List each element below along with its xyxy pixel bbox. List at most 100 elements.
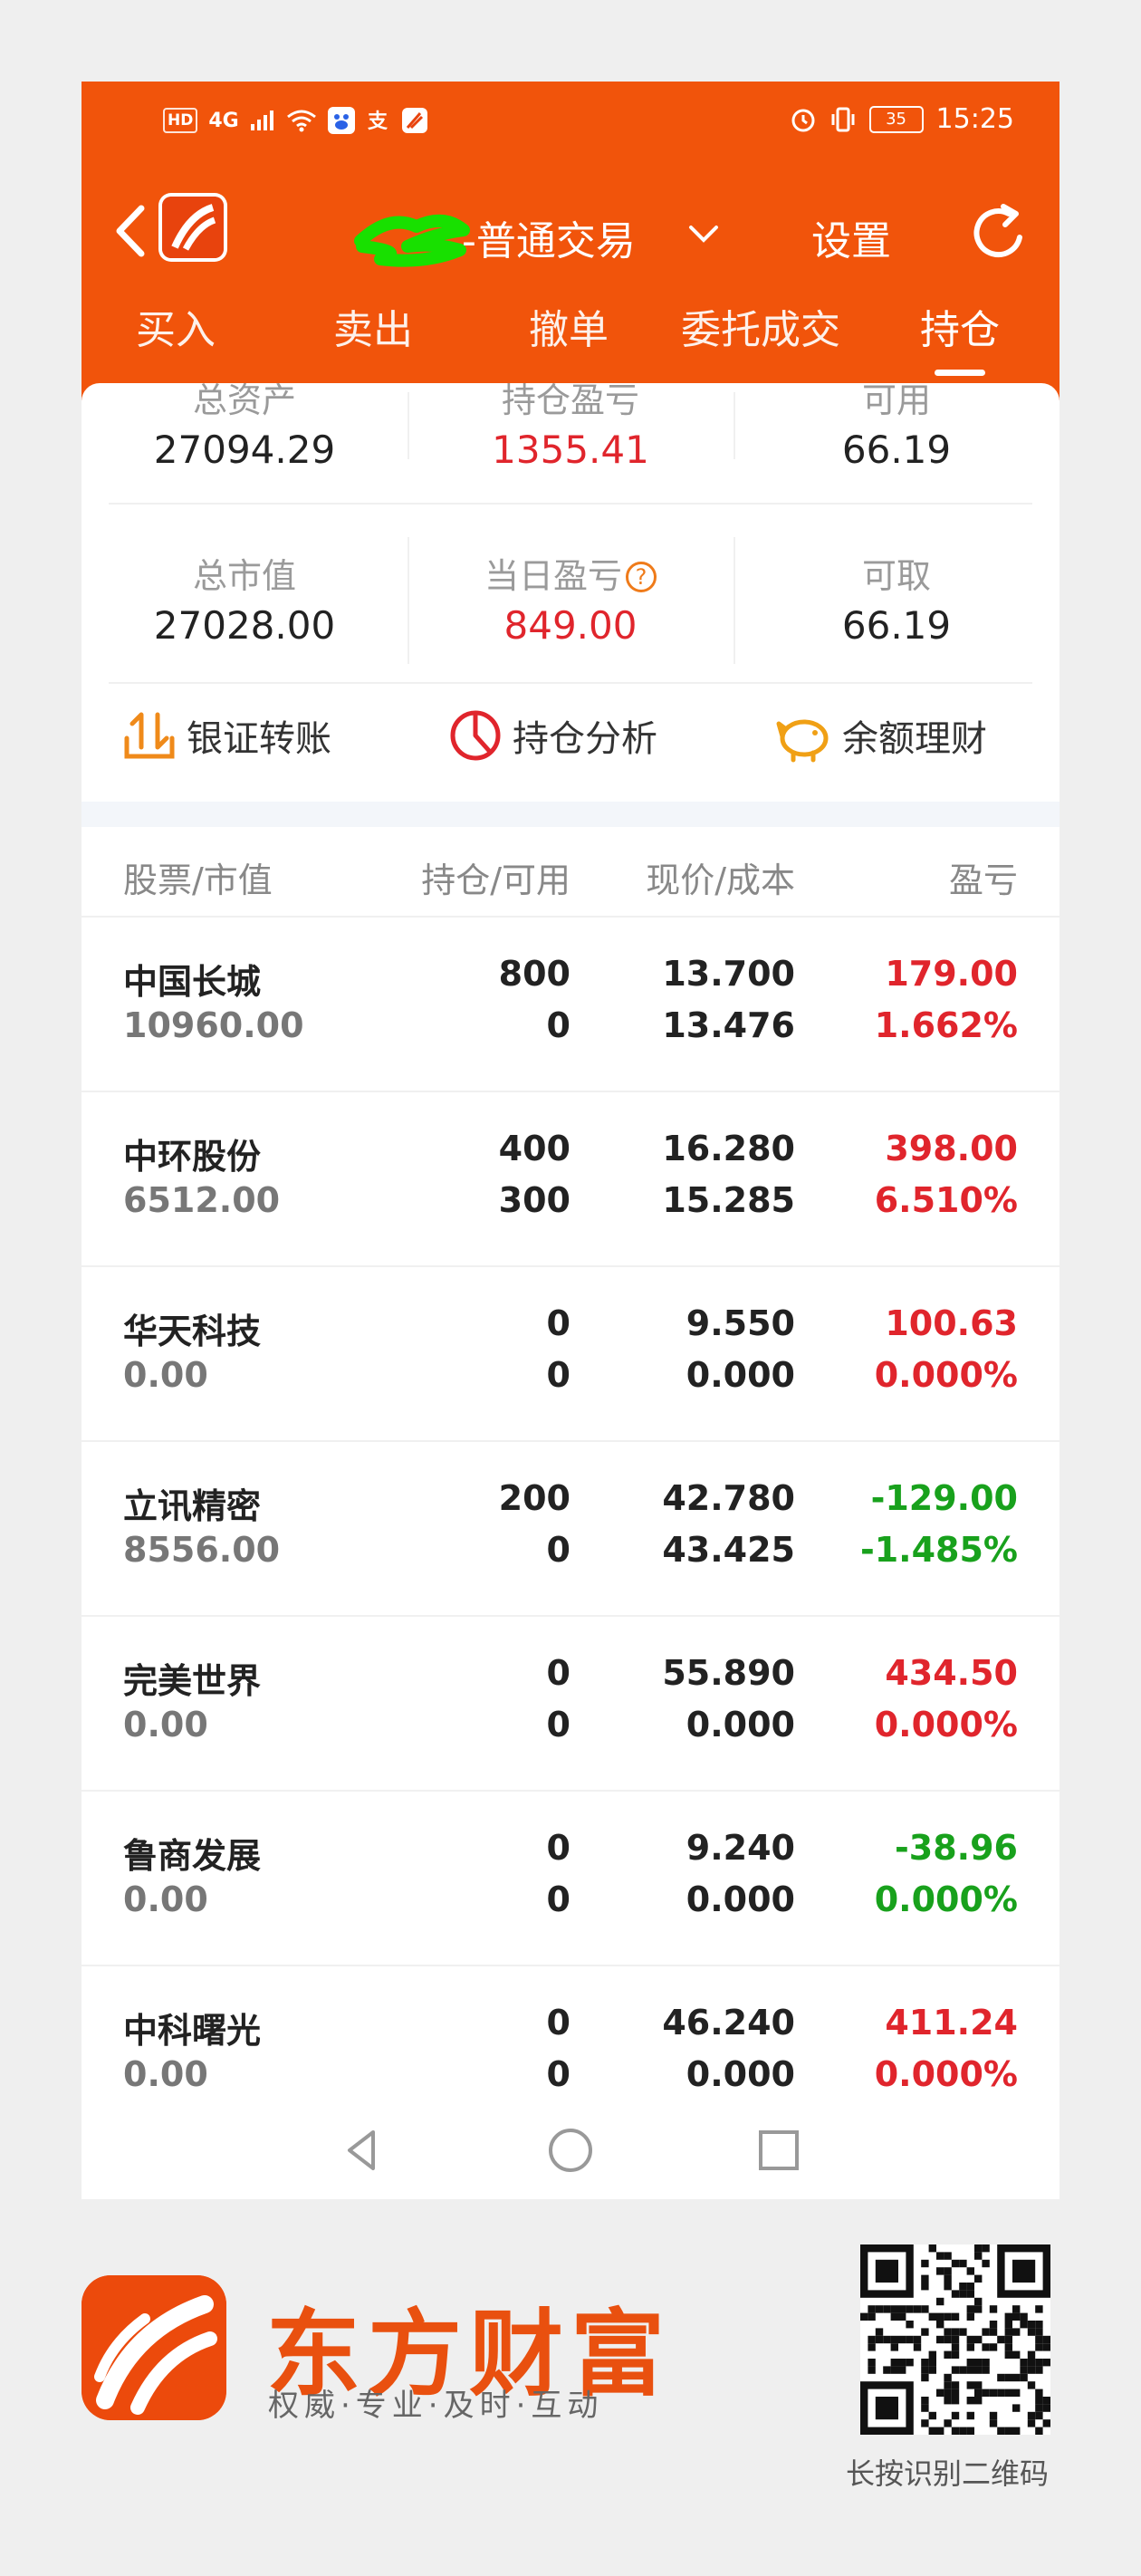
market-value: 0.00 bbox=[123, 1879, 208, 1919]
chevron-down-icon[interactable] bbox=[688, 223, 719, 245]
current-price: 9.240 bbox=[686, 1828, 795, 1868]
table-row[interactable]: 华天科技 0.00 0 0 9.550 0.000 100.63 0.000% bbox=[82, 1267, 1060, 1442]
profit-loss: 179.00 bbox=[885, 954, 1018, 994]
current-price: 55.890 bbox=[662, 1653, 795, 1693]
alarm-icon bbox=[791, 109, 815, 131]
tab-positions[interactable]: 持仓 bbox=[920, 297, 1000, 355]
col-holding-header[interactable]: 持仓/可用 bbox=[421, 852, 570, 902]
daily-pl-label: 当日盈亏 bbox=[484, 556, 622, 596]
brand-slogan: 权威·专业·及时·互动 bbox=[268, 2388, 604, 2424]
refresh-icon[interactable] bbox=[967, 201, 1031, 264]
current-price: 46.240 bbox=[662, 2003, 795, 2043]
settings-button[interactable]: 设置 bbox=[811, 208, 891, 266]
table-row[interactable]: 鲁商发展 0.00 0 0 9.240 0.000 -38.96 0.000% bbox=[82, 1792, 1060, 1966]
nav-back-icon[interactable] bbox=[337, 2125, 388, 2176]
table-row[interactable]: 中国长城 10960.00 800 0 13.700 13.476 179.00 1.662% bbox=[82, 918, 1060, 1092]
wealth-button[interactable]: 余额理财 bbox=[773, 707, 987, 764]
tab-orders[interactable]: 委托成交 bbox=[681, 297, 840, 355]
current-price: 42.780 bbox=[662, 1478, 795, 1518]
nav-title[interactable]: -普通交易 bbox=[462, 208, 636, 266]
profit-loss: -129.00 bbox=[870, 1478, 1018, 1518]
qr-caption: 长按识别二维码 bbox=[846, 2456, 1050, 2491]
market-value: 0.00 bbox=[123, 1355, 208, 1395]
wifi-icon bbox=[286, 110, 316, 132]
table-row[interactable]: 完美世界 0.00 0 0 55.890 0.000 434.50 0.000% bbox=[82, 1617, 1060, 1792]
tab-buy[interactable]: 买入 bbox=[136, 297, 216, 355]
available-qty: 0 bbox=[546, 1879, 570, 1919]
holding-qty: 0 bbox=[546, 1828, 570, 1868]
profit-loss: -38.96 bbox=[895, 1828, 1018, 1868]
withdrawable-label: 可取 bbox=[861, 556, 931, 596]
app-logo-icon bbox=[162, 197, 224, 258]
pie-chart-icon bbox=[450, 710, 501, 761]
app-notification-icon bbox=[401, 108, 427, 133]
status-icons-right: 35 15:25 bbox=[790, 103, 1014, 135]
withdrawable: 可取 66.19 bbox=[734, 548, 1060, 648]
profit-loss-pct: 0.000% bbox=[874, 1879, 1018, 1919]
divider bbox=[734, 537, 735, 664]
trade-tabs: 买入 卖出 撤单 委托成交 持仓 bbox=[82, 297, 1060, 370]
current-price: 9.550 bbox=[686, 1303, 795, 1343]
daily-pl: 当日盈亏? 849.00 bbox=[408, 548, 734, 648]
transfer-label: 银证转账 bbox=[187, 718, 331, 760]
market-value: 6512.00 bbox=[123, 1180, 281, 1220]
piggy-bank-icon bbox=[776, 719, 829, 763]
col-price-header[interactable]: 现价/成本 bbox=[646, 852, 795, 902]
stock-name: 中环股份 bbox=[123, 1137, 262, 1177]
available-label: 可用 bbox=[861, 383, 931, 420]
cost-price: 43.425 bbox=[662, 1530, 795, 1570]
signal-icon bbox=[250, 111, 273, 130]
alipay-icon: 支 bbox=[368, 111, 388, 133]
quick-actions: 银证转账 持仓分析 余额理财 bbox=[82, 707, 1060, 798]
profit-loss-pct: 6.510% bbox=[874, 1180, 1018, 1220]
cost-price: 0.000 bbox=[686, 1355, 795, 1395]
withdrawable-value: 66.19 bbox=[841, 603, 952, 648]
battery-indicator: 35 bbox=[868, 105, 924, 133]
table-row[interactable]: 立讯精密 8556.00 200 0 42.780 43.425 -129.00 -1.485… bbox=[82, 1442, 1060, 1617]
total-assets-value: 27094.29 bbox=[153, 428, 336, 472]
brand-footer: 东方财富 权威·专业·及时·互动 长按识别二维码 bbox=[0, 2199, 1141, 2576]
cost-price: 0.000 bbox=[686, 1879, 795, 1919]
available-value: 66.19 bbox=[841, 428, 952, 472]
system-nav-bar bbox=[82, 2100, 1060, 2199]
holding-qty: 0 bbox=[546, 1653, 570, 1693]
stock-name: 中科曙光 bbox=[123, 2011, 262, 2051]
status-icons-left: HD 4G 支 bbox=[163, 107, 427, 134]
redaction-scribble bbox=[354, 215, 470, 267]
baidu-icon bbox=[327, 107, 355, 134]
holding-qty: 800 bbox=[498, 954, 570, 994]
holding-qty: 400 bbox=[498, 1129, 570, 1168]
daily-pl-value: 849.00 bbox=[503, 603, 638, 648]
svg-text:支: 支 bbox=[368, 111, 388, 133]
holding-qty: 0 bbox=[546, 1303, 570, 1343]
profit-loss: 100.63 bbox=[885, 1303, 1018, 1343]
market-value: 8556.00 bbox=[123, 1530, 281, 1570]
col-pl-header[interactable]: 盈亏 bbox=[949, 852, 1018, 902]
holding-qty: 200 bbox=[498, 1478, 570, 1518]
available-qty: 0 bbox=[546, 1355, 570, 1395]
profit-loss-pct: 0.000% bbox=[874, 2054, 1018, 2094]
cost-price: 13.476 bbox=[662, 1005, 795, 1045]
tab-sell[interactable]: 卖出 bbox=[333, 297, 413, 355]
divider bbox=[109, 503, 1032, 505]
divider bbox=[408, 392, 409, 459]
nav-recents-icon[interactable] bbox=[753, 2125, 804, 2176]
active-tab-indicator bbox=[935, 370, 985, 376]
table-row[interactable]: 中环股份 6512.00 400 300 16.280 15.285 398.00 6.510… bbox=[82, 1092, 1060, 1267]
tab-cancel[interactable]: 撤单 bbox=[529, 297, 609, 355]
qr-code[interactable] bbox=[860, 2244, 1050, 2435]
help-icon[interactable]: ? bbox=[626, 562, 657, 592]
market-value-label: 总市值 bbox=[192, 556, 296, 596]
analysis-button[interactable]: 持仓分析 bbox=[447, 707, 657, 764]
cost-price: 15.285 bbox=[662, 1180, 795, 1220]
total-assets-label: 总资产 bbox=[192, 383, 296, 420]
available-qty: 0 bbox=[546, 1005, 570, 1045]
nav-home-icon[interactable] bbox=[545, 2125, 596, 2176]
transfer-button[interactable]: 银证转账 bbox=[121, 707, 331, 764]
app-header: HD 4G 支 35 15:25 -普通交易 设置 买入 卖出 撤单 委托成交 … bbox=[82, 82, 1060, 400]
back-button[interactable] bbox=[105, 199, 159, 263]
position-pl: 持仓盈亏 1355.41 bbox=[408, 383, 734, 472]
account-summary: 总资产 27094.29 持仓盈亏 1355.41 可用 66.19 总市值 2… bbox=[82, 383, 1060, 807]
col-stock-header[interactable]: 股票/市值 bbox=[123, 852, 273, 902]
status-bar: HD 4G 支 35 15:25 bbox=[82, 82, 1060, 163]
